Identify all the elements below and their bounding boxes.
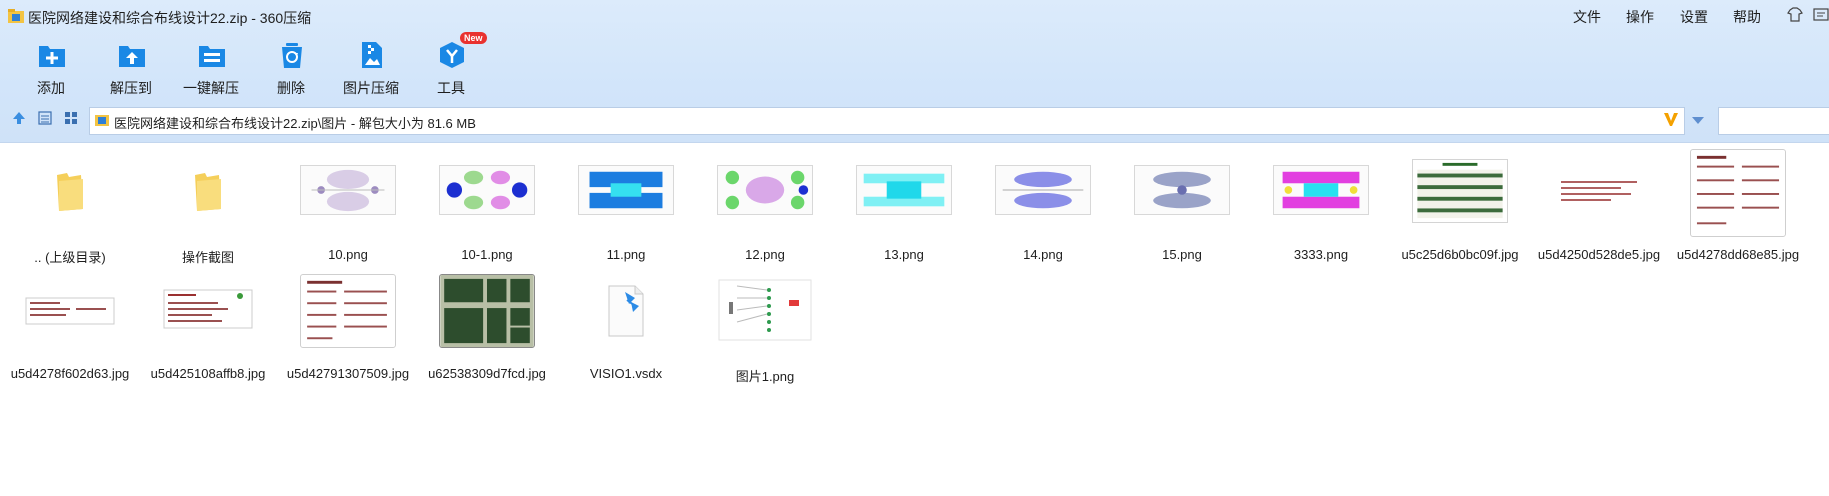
file-name: u5c25d6b0bc09f.jpg — [1401, 247, 1519, 262]
chevron-down-icon[interactable] — [1692, 117, 1704, 124]
file-item[interactable]: 操作截图 — [139, 143, 277, 265]
file-name: VISIO1.vsdx — [589, 366, 663, 381]
one-click-extract-label: 一键解压 — [183, 80, 239, 96]
image-thumbnail — [717, 278, 813, 342]
extract-to-label: 解压到 — [110, 80, 152, 96]
tools-label: 工具 — [437, 80, 465, 96]
one-click-extract-button[interactable]: 一键解压 — [166, 38, 256, 96]
file-item[interactable]: 15.png — [1113, 143, 1251, 263]
skin-icon[interactable] — [1786, 6, 1804, 24]
image-compress-button[interactable]: 图片压缩 — [326, 38, 416, 96]
add-button[interactable]: 添加 — [6, 38, 96, 96]
file-name: 13.png — [884, 247, 924, 262]
menu-settings[interactable]: 设置 — [1680, 7, 1708, 27]
image-thumbnail — [995, 165, 1091, 215]
file-name: 15.png — [1162, 247, 1202, 262]
file-item[interactable]: u5d42791307509.jpg — [279, 262, 417, 382]
image-thumbnail — [300, 274, 396, 348]
menu-help[interactable]: 帮助 — [1733, 7, 1761, 27]
up-arrow-icon[interactable] — [12, 111, 26, 125]
file-item[interactable]: VISIO1.vsdx — [557, 262, 695, 382]
tools-icon — [440, 42, 464, 68]
list-view-icon[interactable] — [38, 111, 52, 125]
image-thumbnail — [856, 165, 952, 215]
file-item[interactable]: 14.png — [974, 143, 1112, 263]
file-grid: .. (上级目录) 操作截图 10.png 10-1.png 11.png 12… — [0, 143, 1829, 496]
file-name: u5d425108affb8.jpg — [150, 366, 266, 381]
image-thumbnail — [160, 278, 256, 342]
search-input[interactable] — [1718, 107, 1829, 135]
file-item[interactable]: u5d4250d528de5.jpg — [1530, 143, 1668, 263]
v-logo-icon[interactable] — [1663, 111, 1679, 127]
delete-icon — [282, 43, 302, 68]
address-bar[interactable]: 医院网络建设和综合布线设计22.zip\图片 - 解包大小为 81.6 MB — [89, 107, 1685, 135]
thumbnail-view-icon[interactable] — [64, 111, 78, 125]
file-item[interactable]: 11.png — [557, 143, 695, 263]
image-thumbnail — [1551, 159, 1647, 223]
file-item[interactable]: u62538309d7fcd.jpg — [418, 262, 556, 382]
file-name: u5d4250d528de5.jpg — [1537, 247, 1661, 262]
archive-app-icon — [8, 9, 24, 23]
menu-operate[interactable]: 操作 — [1626, 7, 1654, 27]
image-thumbnail — [300, 165, 396, 215]
image-thumbnail — [578, 165, 674, 215]
address-path: 医院网络建设和综合布线设计22.zip\图片 - 解包大小为 81.6 MB — [114, 116, 476, 131]
file-item[interactable]: u5c25d6b0bc09f.jpg — [1391, 143, 1529, 263]
file-name: 12.png — [745, 247, 785, 262]
tools-button[interactable]: New 工具 — [406, 32, 496, 96]
file-name: u62538309d7fcd.jpg — [428, 366, 546, 381]
extract-to-button[interactable]: 解压到 — [86, 38, 176, 96]
folder-icon — [195, 173, 221, 211]
top-area: 医院网络建设和综合布线设计22.zip - 360压缩 文件 操作 设置 帮助 … — [0, 0, 1829, 143]
image-thumbnail — [1273, 165, 1369, 215]
file-item[interactable]: 12.png — [696, 143, 834, 263]
file-item[interactable]: u5d4278dd68e85.jpg — [1669, 143, 1807, 263]
file-name: 3333.png — [1293, 247, 1349, 262]
file-name: u5d4278f602d63.jpg — [10, 366, 130, 381]
file-name: 14.png — [1023, 247, 1063, 262]
feedback-icon[interactable] — [1812, 6, 1829, 24]
image-compress-label: 图片压缩 — [343, 80, 399, 96]
file-item[interactable]: .. (上级目录) — [1, 143, 139, 265]
file-item[interactable]: 10.png — [279, 143, 417, 263]
add-label: 添加 — [37, 80, 65, 96]
file-item[interactable]: u5d4278f602d63.jpg — [1, 262, 139, 382]
extract-to-icon — [119, 46, 145, 67]
file-name: 11.png — [606, 247, 646, 262]
title-bar: 医院网络建设和综合布线设计22.zip - 360压缩 文件 操作 设置 帮助 — [0, 0, 1829, 32]
image-thumbnail — [1412, 159, 1508, 223]
visio-file-icon — [608, 285, 644, 337]
folder-icon — [57, 173, 83, 211]
image-thumbnail — [439, 165, 535, 215]
image-thumbnail — [439, 274, 535, 348]
image-thumbnail — [22, 278, 118, 342]
file-item[interactable]: u5d425108affb8.jpg — [139, 262, 277, 382]
image-thumbnail — [1690, 149, 1786, 237]
file-name: 10.png — [328, 247, 368, 262]
archive-path-icon — [95, 115, 109, 126]
image-thumbnail — [717, 165, 813, 215]
file-name: u5d4278dd68e85.jpg — [1676, 247, 1800, 262]
file-name: u5d42791307509.jpg — [286, 366, 410, 381]
menu-file[interactable]: 文件 — [1573, 7, 1601, 27]
add-icon — [39, 46, 65, 67]
new-badge: New — [460, 32, 487, 44]
window-title: 医院网络建设和综合布线设计22.zip - 360压缩 — [28, 10, 312, 26]
image-thumbnail — [1134, 165, 1230, 215]
delete-button[interactable]: 删除 — [246, 38, 336, 96]
file-name: 10-1.png — [461, 247, 513, 262]
file-item[interactable]: 10-1.png — [418, 143, 556, 263]
file-item[interactable]: 3333.png — [1252, 143, 1390, 263]
file-name: 图片1.png — [735, 369, 795, 384]
one-click-extract-icon — [199, 46, 225, 67]
image-compress-icon — [362, 42, 382, 68]
file-item[interactable]: 13.png — [835, 143, 973, 263]
file-item[interactable]: 图片1.png — [696, 262, 834, 384]
delete-label: 删除 — [277, 80, 305, 96]
